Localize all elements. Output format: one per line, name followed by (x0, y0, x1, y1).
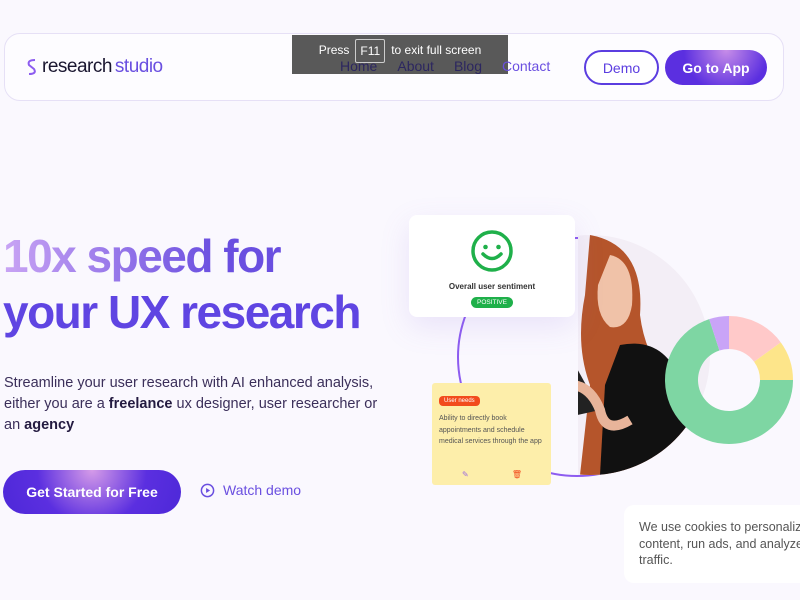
user-needs-note: User needs Ability to directly book appo… (432, 383, 551, 485)
donut-chart (665, 316, 793, 444)
nav-blog[interactable]: Blog (454, 58, 482, 74)
cookie-text-2: content, run ads, and analyze (639, 536, 800, 551)
logo-text: research (42, 56, 112, 77)
sentiment-label: Overall user sentiment (448, 282, 536, 291)
logo-icon (27, 59, 36, 75)
sentiment-badge: POSITIVE (471, 297, 513, 308)
smiley-icon (471, 230, 513, 272)
logo-text-accent: studio (114, 56, 163, 77)
watch-demo-label: Watch demo (223, 482, 302, 498)
trash-icon[interactable]: 🗑 (512, 470, 522, 479)
toast-press: Press (318, 43, 350, 57)
note-text: Ability to directly book appointments an… (439, 415, 542, 445)
sub-bold-freelance: freelance (108, 396, 173, 412)
nav-contact[interactable]: Contact (502, 58, 550, 74)
get-started-button[interactable]: Get Started for Free (3, 470, 181, 514)
cookie-text-1: We use cookies to personalize (639, 520, 800, 534)
toast-text: to exit full screen (391, 43, 482, 57)
sub-bold-agency: agency (24, 417, 75, 433)
nav-home[interactable]: Home (340, 58, 377, 74)
nav-links: Home About Blog Contact (340, 58, 550, 74)
sentiment-card: Overall user sentiment POSITIVE (409, 215, 575, 317)
hero-title-line2: your UX research (3, 286, 361, 338)
nav-about[interactable]: About (397, 58, 434, 74)
watch-demo-link[interactable]: Watch demo (200, 482, 301, 498)
hero-title: 10x speed for your UX research (3, 228, 361, 340)
edit-icon[interactable]: ✎ (462, 470, 469, 479)
demo-button[interactable]: Demo (584, 50, 659, 85)
cookie-text-3: traffic. (639, 553, 673, 567)
note-tag: User needs (439, 396, 480, 406)
hero-subtitle: Streamline your user research with AI en… (4, 373, 384, 436)
play-circle-icon (200, 483, 215, 497)
hero-title-line1: 10x speed for (3, 228, 360, 284)
logo[interactable]: research studio (25, 56, 163, 78)
go-to-app-button[interactable]: Go to App (665, 50, 767, 85)
cookie-banner: We use cookies to personalize content, r… (624, 505, 800, 583)
